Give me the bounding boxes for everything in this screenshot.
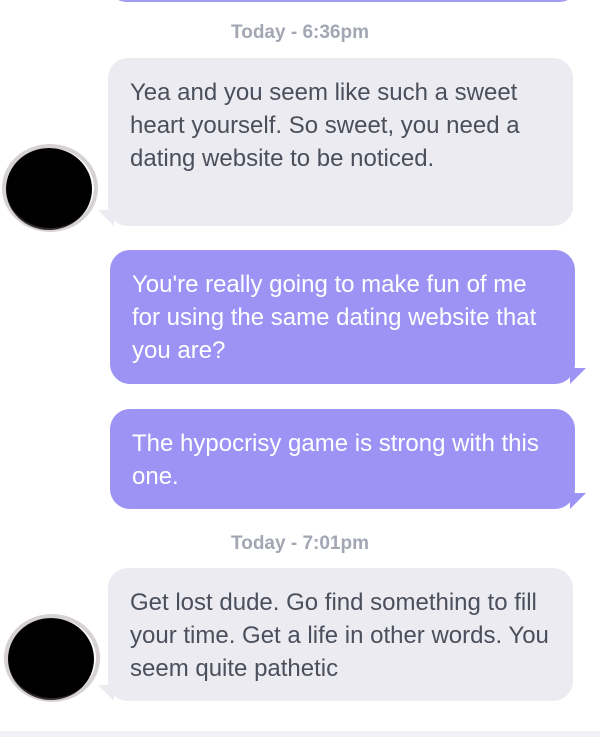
message-bubble-outgoing[interactable]: You're really going to make fun of me fo… (110, 250, 575, 384)
contact-avatar[interactable] (4, 614, 100, 702)
bubble-tail (570, 493, 586, 509)
message-bubble-incoming[interactable]: Get lost dude. Go find something to fill… (108, 568, 573, 701)
contact-avatar[interactable] (2, 144, 98, 232)
message-bubble-outgoing[interactable]: The hypocrisy game is strong with this o… (110, 409, 575, 509)
timestamp-2: Today - 7:01pm (231, 533, 369, 554)
message-bubble-incoming[interactable]: Yea and you seem like such a sweet heart… (108, 58, 573, 226)
timestamp-1: Today - 6:36pm (231, 22, 369, 43)
avatar-ring (2, 144, 98, 232)
previous-message-bubble[interactable] (110, 0, 576, 2)
chat-screen: Today - 6:36pm Yea and you seem like suc… (0, 0, 600, 737)
bubble-tail (570, 368, 586, 384)
bottom-edge (0, 731, 600, 737)
avatar-ring (4, 614, 100, 702)
